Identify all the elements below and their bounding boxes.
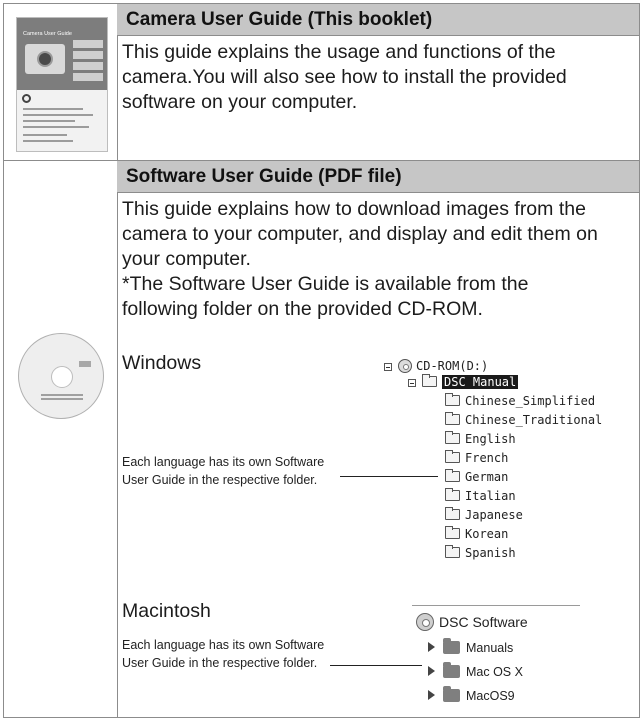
- tree-node-dsc-manual[interactable]: DSC Manual: [408, 374, 519, 391]
- booklet-text-line: [23, 134, 67, 136]
- note-line: Each language has its own Software: [122, 455, 325, 469]
- cd-disc-icon: [416, 613, 434, 631]
- software-guide-description: This guide explains how to download imag…: [122, 197, 637, 322]
- cd-hole: [51, 366, 73, 388]
- tree-node-label: Italian: [465, 489, 516, 503]
- booklet-index-box: [73, 62, 103, 70]
- description-line: *The Software User Guide is available fr…: [122, 273, 529, 295]
- disclosure-triangle-icon[interactable]: [428, 690, 435, 700]
- tree-node-cdrom[interactable]: CD-ROM(D:): [384, 356, 488, 373]
- tree-node-label: Japanese: [465, 508, 523, 522]
- booklet-text-line: [23, 108, 83, 110]
- macintosh-note: Each language has its own Software User …: [122, 636, 324, 672]
- section-header: Software User Guide (PDF file): [117, 161, 639, 193]
- booklet-index-box: [73, 51, 103, 59]
- booklet-thumbnail-cell: Camera User Guide: [4, 4, 118, 160]
- tree-node-label: English: [465, 432, 516, 446]
- mac-folder-item[interactable]: Manuals: [428, 638, 513, 658]
- section-title: Camera User Guide (This booklet): [126, 9, 433, 30]
- booklet-text-line: [23, 114, 93, 116]
- tree-node-label: CD-ROM(D:): [416, 359, 489, 373]
- section-header: Camera User Guide (This booklet): [117, 4, 639, 36]
- tree-node-label: French: [465, 451, 509, 465]
- tree-node-label: Chinese_Simplified: [465, 394, 596, 408]
- tree-node-language[interactable]: Spanish: [445, 545, 516, 562]
- folder-icon: [445, 393, 460, 406]
- mac-folder-label: Manuals: [466, 641, 514, 655]
- cd-thumbnail-cell: [4, 161, 118, 717]
- tree-node-label: Chinese_Traditional: [465, 413, 603, 427]
- collapse-icon[interactable]: [408, 379, 416, 387]
- booklet-index-box: [73, 73, 103, 81]
- description-line: camera to your computer, and display and…: [122, 223, 598, 245]
- tree-node-language[interactable]: Italian: [445, 488, 516, 505]
- mac-folder-label: MacOS9: [466, 689, 515, 703]
- mac-folder-item[interactable]: MacOS9: [428, 686, 515, 706]
- booklet-text-line: [23, 120, 75, 122]
- description-line: camera.You will also see how to install …: [122, 66, 567, 88]
- description-line: software on your computer.: [122, 91, 358, 113]
- collapse-icon[interactable]: [384, 363, 392, 371]
- description-line: This guide explains how to download imag…: [122, 198, 586, 220]
- mac-root-label: DSC Software: [439, 614, 528, 630]
- tree-node-label: Korean: [465, 527, 509, 541]
- cd-label-mark: [79, 361, 91, 367]
- booklet-index-box: [73, 40, 103, 48]
- booklet-text-line: [23, 140, 73, 142]
- note-line: User Guide in the respective folder.: [122, 473, 318, 487]
- folder-icon: [443, 638, 460, 654]
- cd-drive-icon: [398, 359, 412, 373]
- section-title: Software User Guide (PDF file): [126, 166, 402, 187]
- note-line: User Guide in the respective folder.: [122, 656, 318, 670]
- tree-node-label: German: [465, 470, 509, 484]
- folder-icon: [422, 374, 437, 387]
- folder-icon: [445, 431, 460, 444]
- leader-line: [340, 476, 438, 477]
- folder-icon: [445, 507, 460, 520]
- booklet-title: Camera User Guide: [23, 31, 72, 37]
- mac-folder-item[interactable]: Mac OS X: [428, 662, 523, 682]
- folder-icon: [445, 412, 460, 425]
- folder-icon: [445, 526, 460, 539]
- folder-icon: [445, 450, 460, 463]
- tree-node-language[interactable]: Korean: [445, 526, 508, 543]
- tree-node-language[interactable]: Japanese: [445, 507, 523, 524]
- camera-lens: [37, 51, 53, 67]
- camera-guide-description: This guide explains the usage and functi…: [122, 40, 637, 115]
- cd-text-line: [41, 398, 83, 400]
- tree-node-language[interactable]: Chinese_Simplified: [445, 393, 595, 410]
- folder-icon: [445, 545, 460, 558]
- folder-icon: [443, 662, 460, 678]
- booklet-thumbnail: Camera User Guide: [16, 17, 108, 152]
- tree-node-language[interactable]: German: [445, 469, 508, 486]
- cd-text-line: [41, 394, 83, 396]
- mac-folder-label: Mac OS X: [466, 665, 523, 679]
- disclosure-triangle-icon[interactable]: [428, 642, 435, 652]
- tree-node-label-selected: DSC Manual: [442, 375, 519, 389]
- booklet-text-line: [23, 126, 89, 128]
- description-line: This guide explains the usage and functi…: [122, 41, 556, 63]
- tree-node-language[interactable]: French: [445, 450, 508, 467]
- description-line: your computer.: [122, 248, 251, 270]
- mac-root-item[interactable]: DSC Software: [416, 609, 528, 631]
- description-line: following folder on the provided CD-ROM.: [122, 298, 483, 320]
- cd-rom-image: [18, 333, 104, 419]
- leader-line: [330, 665, 422, 666]
- tree-node-label: Spanish: [465, 546, 516, 560]
- list-header-divider: [412, 605, 580, 606]
- tree-node-language[interactable]: English: [445, 431, 516, 448]
- folder-icon: [443, 686, 460, 702]
- windows-heading: Windows: [122, 352, 202, 374]
- macintosh-heading: Macintosh: [122, 600, 211, 622]
- disclosure-triangle-icon[interactable]: [428, 666, 435, 676]
- windows-note: Each language has its own Software User …: [122, 453, 324, 489]
- brand-logo-icon: [22, 94, 31, 103]
- folder-icon: [445, 469, 460, 482]
- note-line: Each language has its own Software: [122, 638, 325, 652]
- folder-icon: [445, 488, 460, 501]
- tree-node-language[interactable]: Chinese_Traditional: [445, 412, 602, 429]
